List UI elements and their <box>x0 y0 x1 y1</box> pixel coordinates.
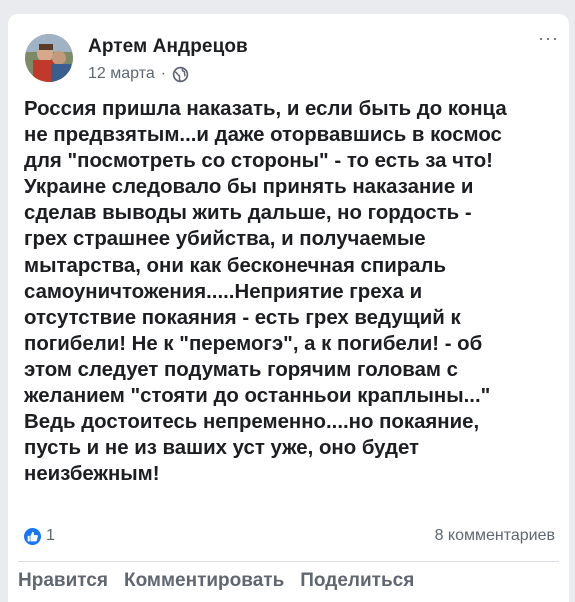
post-date[interactable]: 12 марта <box>88 65 155 83</box>
post-text: Россия пришла наказать, и если быть до к… <box>24 98 507 486</box>
like-button[interactable]: Нравится <box>18 570 108 592</box>
more-options-button[interactable]: ··· <box>538 28 559 49</box>
avatar-photo <box>25 34 73 82</box>
post-card: Артем Андрецов 12 марта · ··· Россия при… <box>8 14 569 602</box>
share-button[interactable]: Поделиться <box>300 570 414 592</box>
action-bar: Нравится Комментировать Поделиться <box>18 570 414 592</box>
divider <box>18 561 559 562</box>
meta-separator: · <box>160 65 167 82</box>
comment-button[interactable]: Комментировать <box>124 570 284 592</box>
like-icon <box>24 527 41 545</box>
reaction-count: 1 <box>46 527 55 544</box>
comments-count-link[interactable]: 8 комментариев <box>435 527 555 545</box>
author-name[interactable]: Артем Андрецов <box>88 36 248 58</box>
reactions-summary[interactable]: 1 <box>24 527 55 545</box>
globe-icon <box>172 66 189 83</box>
post-meta: 12 марта · <box>88 65 189 83</box>
avatar[interactable] <box>25 34 73 82</box>
